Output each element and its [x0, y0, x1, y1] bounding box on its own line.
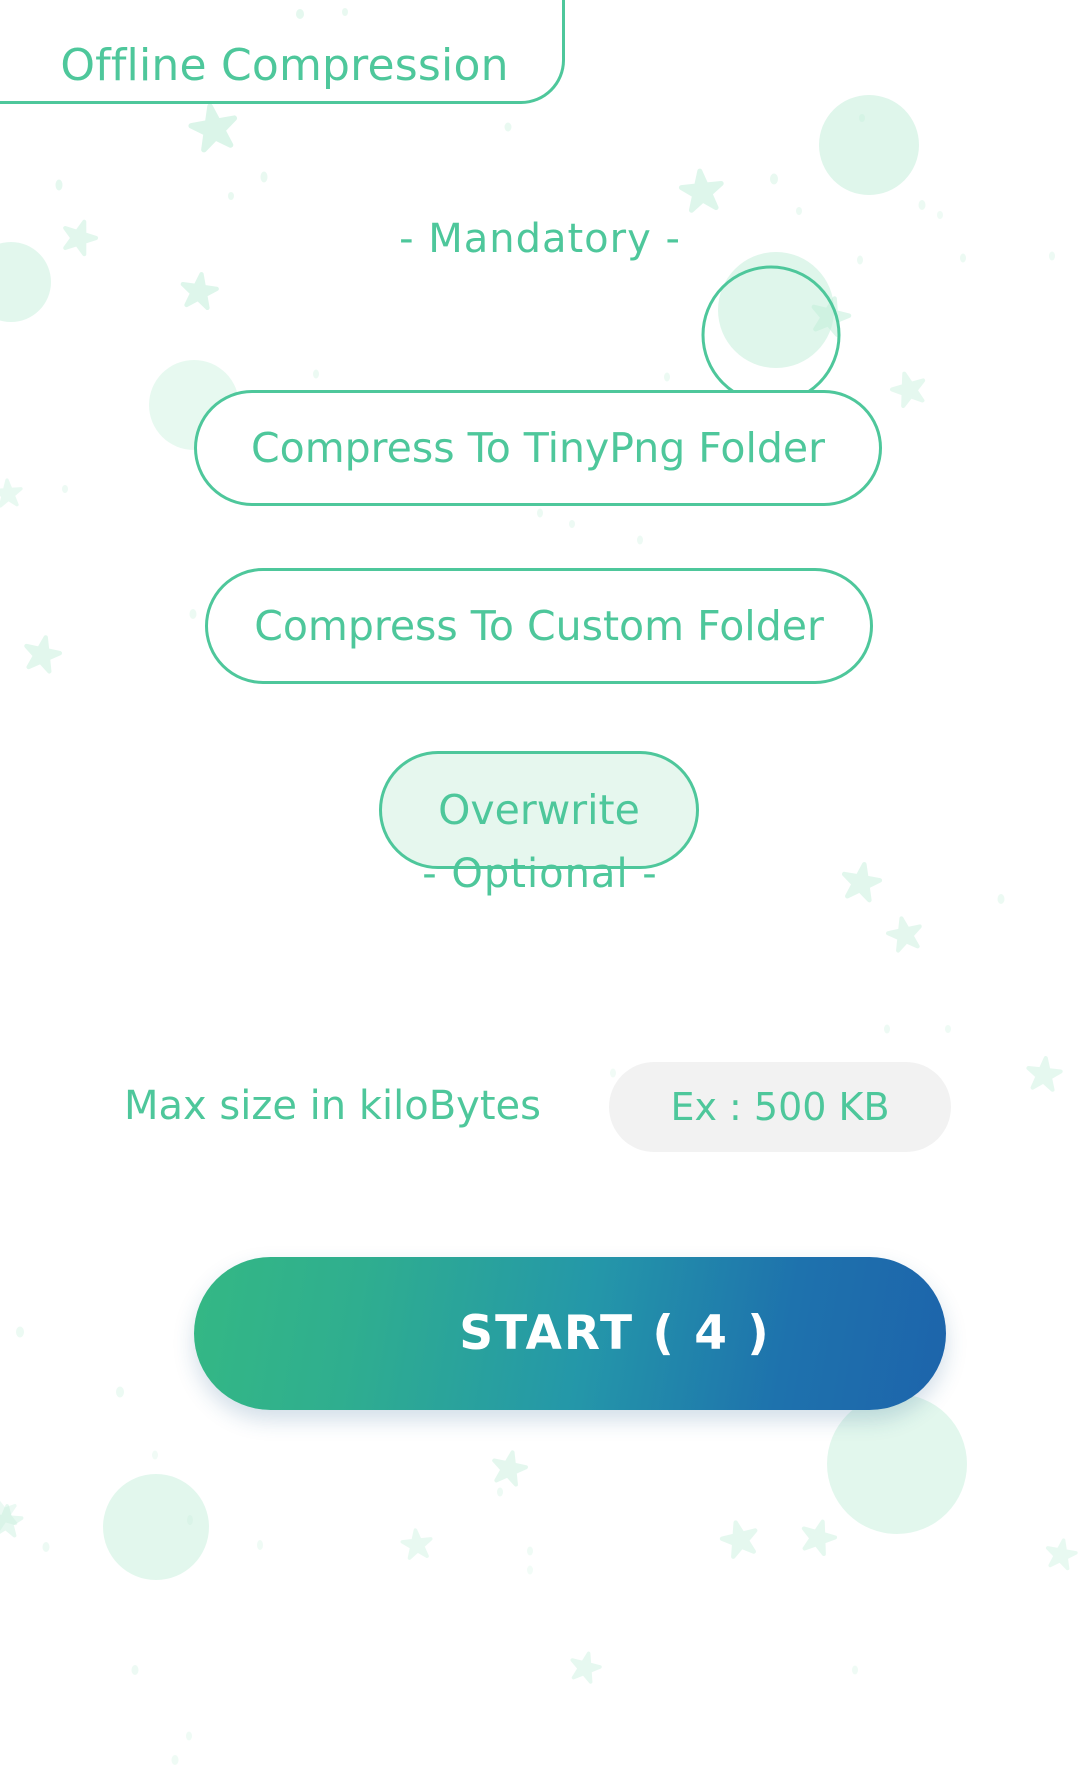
max-size-row: Max size in kiloBytes: [0, 1058, 1080, 1154]
section-label-mandatory: - Mandatory -: [399, 216, 681, 262]
app-screen: Offline Compression - Mandatory - Compre…: [0, 0, 1080, 1779]
section-label-optional: - Optional -: [422, 851, 658, 897]
header-card: [0, 0, 565, 104]
max-size-label: Max size in kiloBytes: [124, 1083, 541, 1129]
option-compress-to-custom-folder[interactable]: Compress To Custom Folder: [205, 568, 873, 684]
start-button[interactable]: START ( 4 ): [194, 1257, 946, 1410]
max-size-input[interactable]: [609, 1062, 951, 1152]
option-compress-to-tinypng-folder[interactable]: Compress To TinyPng Folder: [194, 390, 882, 506]
